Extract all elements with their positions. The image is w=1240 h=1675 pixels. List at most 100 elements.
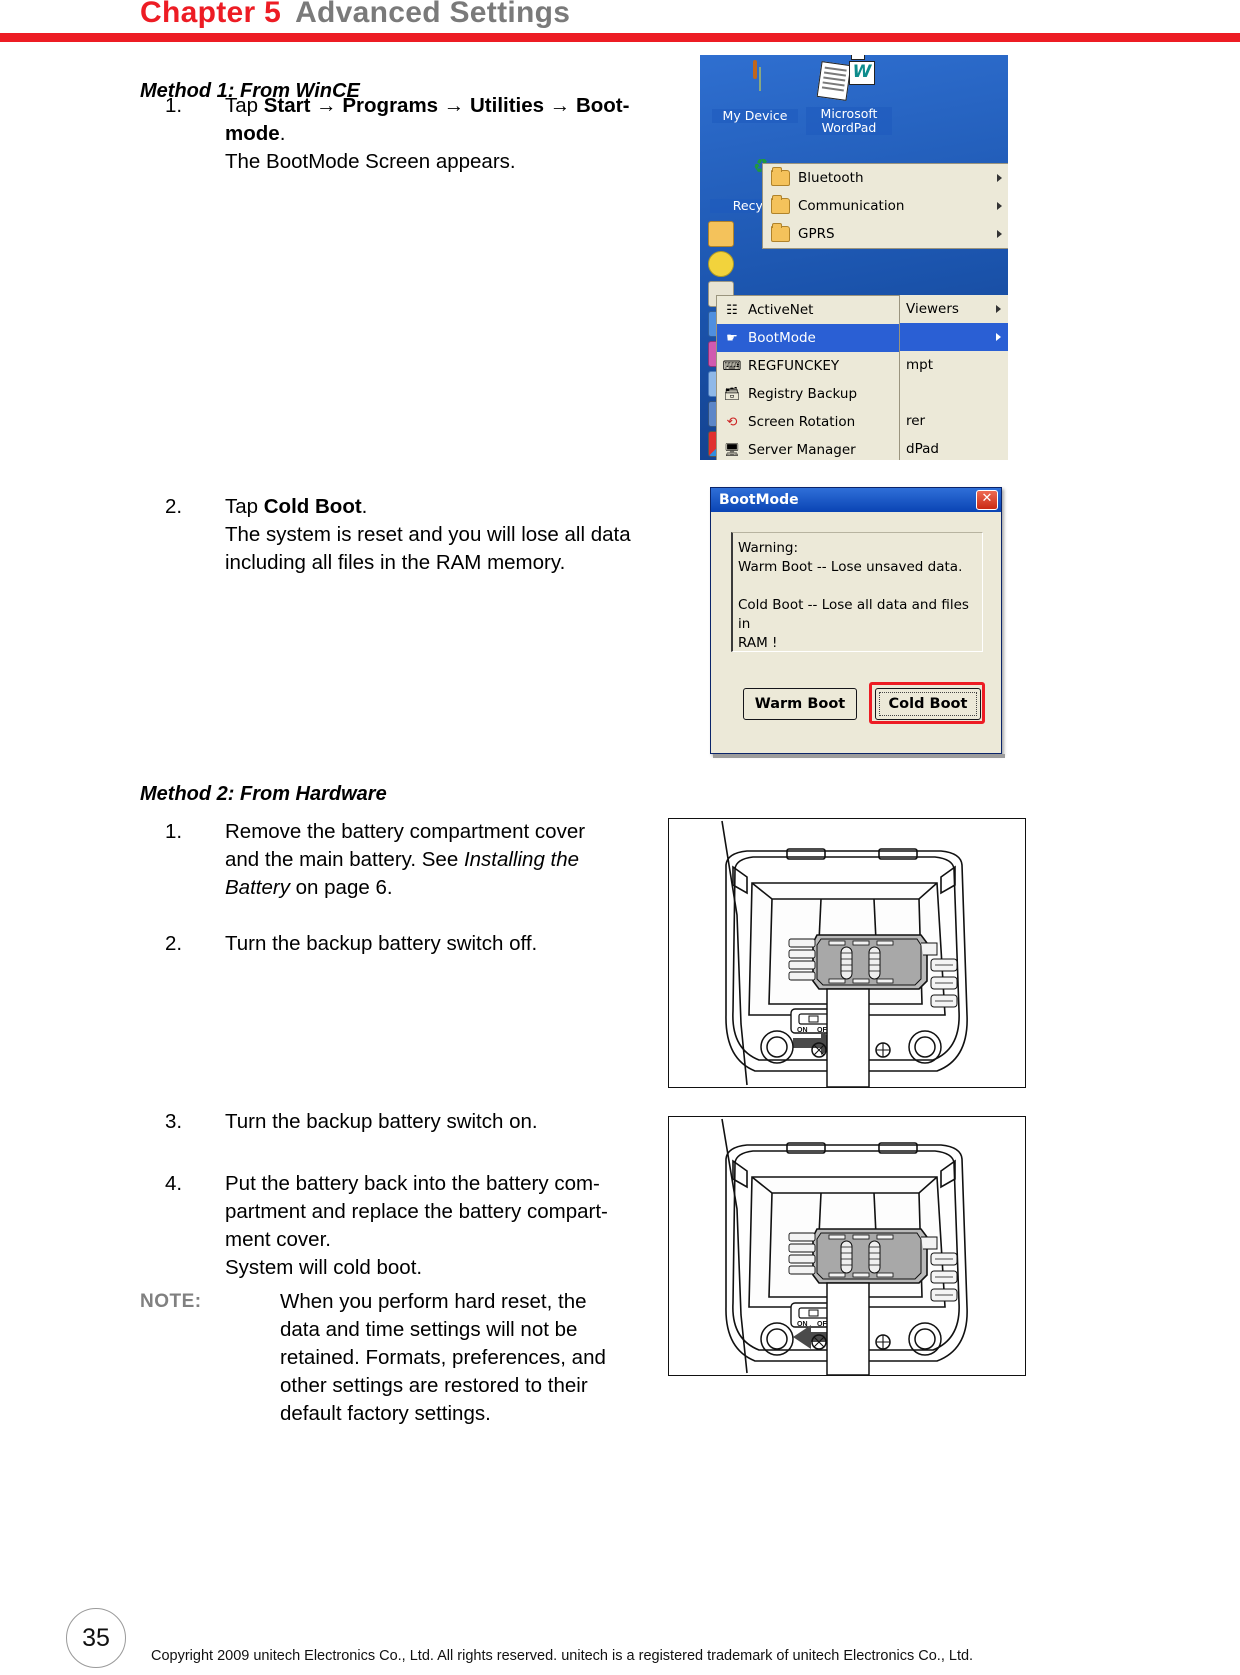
step-line-1: Put the battery back into the battery co… [225,1172,600,1195]
note-line-5: default factory settings. [280,1402,491,1425]
chevron-right-icon [997,174,1002,182]
method-2-step-1: 1. Remove the battery compartment cover … [165,818,675,902]
cold-boot-keyword: Cold Boot [263,495,362,518]
bootmode-keyword-part2: mode [225,122,280,145]
menu-item-label: Bluetooth [798,170,864,186]
warning-line-4: Cold Boot -- Lose all data and files in [738,597,969,632]
menu-item-label: Server Manager [748,442,856,458]
menu-item-explorer[interactable]: rer [900,407,1008,435]
utilities-submenu[interactable]: ☷ ActiveNet ☛ BootMode ⌨ REGFUNCKEY 🗃 Re… [716,295,900,460]
cross-reference-page: on page 6. [289,876,393,899]
programs-menu-remnant-column: Viewers mpt rer dPad op Connection rer [900,295,1008,460]
dialog-shadow [713,754,1005,758]
step-line-4: System will cold boot. [225,1256,423,1279]
warm-boot-button[interactable]: Warm Boot [743,688,857,720]
desktop-icon-label: My Device [712,109,798,123]
step-number: 1. [165,820,183,843]
desktop-icon-my-device[interactable]: My Device [712,60,798,123]
figure-battery-switch-on: ON OFF [668,1116,1026,1376]
step-text-suffix: . [361,495,368,518]
warning-line-2: Warm Boot -- Lose unsaved data. [738,559,963,575]
step-result-text: The BootMode Screen appears. [225,150,516,173]
menu-item-bluetooth[interactable]: Bluetooth [763,164,1008,192]
folder-icon [771,223,790,242]
utilities-keyword: Utilities [470,94,545,117]
programs-menu[interactable]: Bluetooth Communication GPRS [762,163,1008,249]
wince-desktop-screenshot: My Device W ↗ Microsoft WordPad Recycl [700,55,1008,460]
method-2-heading: Method 2: From Hardware [140,783,387,805]
chevron-right-icon [996,305,1001,313]
rotate-icon: ⟲ [726,414,738,430]
menu-item-registry-backup[interactable]: 🗃 Registry Backup [717,380,899,408]
menu-item-label: rer [906,413,926,429]
note-line-3: retained. Formats, preferences, and [280,1346,606,1369]
footer-copyright: Copyright 2009 unitech Electronics Co., … [151,1648,974,1664]
warning-line-5: RAM ! [738,635,778,651]
folder-icon [771,167,790,186]
step-result-line-2: including all files in the RAM memory. [225,551,566,574]
menu-item-label: ActiveNet [748,302,814,318]
menu-item-activenet[interactable]: ☷ ActiveNet [717,296,899,324]
menu-item-viewers[interactable]: Viewers [900,295,1008,323]
page-title: Advanced Settings [295,0,571,29]
step-result-line-1: The system is reset and you will lose al… [225,523,631,546]
menu-item-server-manager[interactable]: 🖥 Server Manager [717,436,899,460]
menu-item-blank[interactable] [900,379,1008,407]
step-line-1: Remove the battery compartment cover [225,820,586,843]
chevron-right-icon [997,230,1002,238]
server-icon: 🖥 [723,442,741,458]
desktop-icon-label-line1: Microsoft [806,107,892,121]
chapter-number: Chapter 5 [140,0,282,29]
warning-textbox: Warning: Warm Boot -- Lose unsaved data.… [731,532,983,652]
bootmode-dialog[interactable]: BootMode ✕ Warning: Warm Boot -- Lose un… [710,487,1002,754]
menu-item-label: Registry Backup [748,386,858,402]
menu-item-screen-rotation[interactable]: ⟲ Screen Rotation [717,408,899,436]
hand-pointer-icon: ☛ [726,330,738,346]
document-page: Chapter 5 Advanced Settings Method 1: Fro… [0,0,1240,1675]
menu-item-label: Communication [798,198,905,214]
battery-compartment-drawing: ON OFF [721,1118,968,1375]
method-1-step-1: 1. Tap Start → Programs → Utilities → Bo… [165,92,685,176]
step-body: Put the battery back into the battery co… [225,1170,675,1282]
menu-item-regfunckey[interactable]: ⌨ REGFUNCKEY [717,352,899,380]
method-1-step-2: 2. Tap Cold Boot. The system is reset an… [165,493,695,577]
step-number: 3. [165,1110,183,1133]
chapter-header: Chapter 5 Advanced Settings [140,0,570,30]
chevron-right-icon [996,333,1001,341]
menu-item-command-prompt[interactable]: mpt [900,351,1008,379]
step-line-3: ment cover. [225,1228,331,1251]
menu-item-communication[interactable]: Communication [763,192,1008,220]
menu-item-gprs[interactable]: GPRS [763,220,1008,248]
menu-item-wordpad[interactable]: dPad [900,435,1008,460]
step-body: Remove the battery compartment cover and… [225,818,675,902]
step-text-prefix: Tap [225,495,264,518]
note-line-2: data and time settings will not be [280,1318,578,1341]
warning-line-3 [738,577,976,596]
menu-item-label: Screen Rotation [748,414,856,430]
dialog-title-bar: BootMode ✕ [711,488,1001,512]
network-icon: ☷ [726,302,738,318]
step-number: 2. [165,932,183,955]
note-body: When you perform hard reset, the data an… [280,1288,680,1428]
switch-label-on: ON [797,1321,808,1328]
menu-item-bootmode[interactable]: ☛ BootMode [717,324,899,352]
method-2-step-2: 2. Turn the backup battery switch off. [165,930,675,958]
close-icon[interactable]: ✕ [976,490,998,510]
desktop-icon-wordpad[interactable]: W ↗ Microsoft WordPad [806,55,892,135]
cross-reference-title-part1: Installing the [463,848,580,871]
arrow-1: → [310,94,343,117]
step-text-suffix: . [279,122,286,145]
start-keyword: Start [263,94,311,117]
menu-item-label: GPRS [798,226,835,242]
step-text-prefix: Tap [225,94,264,117]
menu-item-utilities-selected[interactable] [900,323,1008,351]
star-icon [708,251,734,277]
wordpad-icon: W ↗ [806,55,892,107]
method-2-step-4: 4. Put the battery back into the battery… [165,1170,675,1282]
step-number: 4. [165,1172,183,1195]
menu-item-label: Viewers [906,301,959,317]
side-connectors [930,1252,958,1302]
keyboard-icon: ⌨ [722,358,742,374]
battery-compartment-drawing: ON OFF [721,820,968,1087]
registry-backup-icon: 🗃 [723,386,741,402]
